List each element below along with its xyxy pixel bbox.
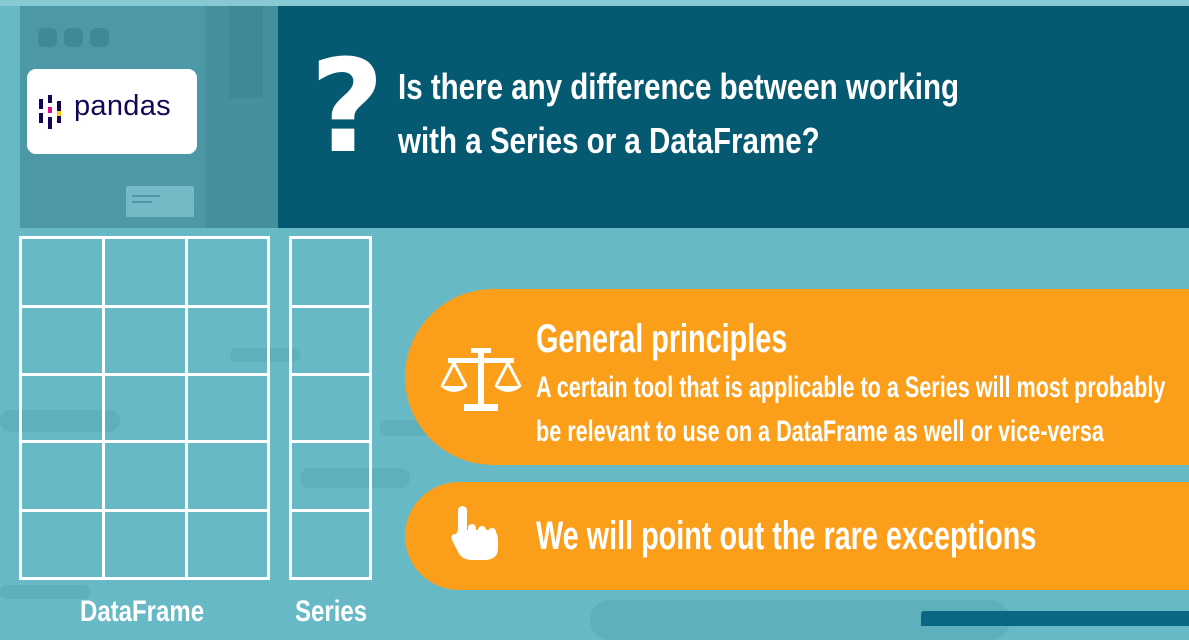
card-line — [132, 201, 152, 203]
balance-scale-icon — [440, 348, 522, 411]
question-line-2: with a Series or a DataFrame? — [398, 120, 820, 161]
card-line — [132, 195, 160, 197]
window-dot — [38, 28, 57, 47]
grid-row-divider — [22, 509, 267, 512]
principles-title: General principles — [536, 317, 788, 361]
window-dot — [64, 28, 83, 47]
question-mark-icon: ? — [310, 33, 385, 182]
exceptions-card: We will point out the rare exceptions — [405, 482, 1189, 590]
background-streak — [0, 585, 90, 599]
principles-line-2: be relevant to use on a DataFrame as wel… — [536, 415, 1104, 448]
grid-row-divider — [292, 373, 369, 376]
question-banner: ? Is there any difference between workin… — [278, 6, 1189, 228]
grid-row-divider — [22, 373, 267, 376]
grid-column-divider — [185, 239, 188, 577]
general-principles-card: General principles A certain tool that i… — [405, 289, 1189, 465]
grid-row-divider — [292, 509, 369, 512]
pandas-logo-icon — [39, 95, 61, 129]
series-grid — [289, 236, 372, 580]
grid-row-divider — [292, 440, 369, 443]
dataframe-grid — [19, 236, 270, 580]
pandas-logo-card: pandas — [27, 69, 197, 154]
pandas-logo-text: pandas — [74, 90, 171, 122]
dataframe-label: DataFrame — [80, 595, 205, 628]
window-card — [126, 186, 194, 217]
exceptions-text: We will point out the rare exceptions — [536, 514, 1037, 558]
window-scrollbar — [229, 6, 263, 98]
pointing-hand-icon — [451, 506, 498, 560]
grid-row-divider — [292, 305, 369, 308]
grid-row-divider — [22, 305, 267, 308]
window-dot — [90, 28, 109, 47]
series-label: Series — [295, 595, 368, 628]
question-line-1: Is there any difference between working — [398, 66, 960, 107]
grid-column-divider — [102, 239, 105, 577]
question-heading: Is there any difference between working … — [398, 60, 960, 168]
grid-row-divider — [22, 440, 267, 443]
brand-badge — [921, 611, 1189, 626]
principles-line-1: A certain tool that is applicable to a S… — [536, 371, 1166, 404]
